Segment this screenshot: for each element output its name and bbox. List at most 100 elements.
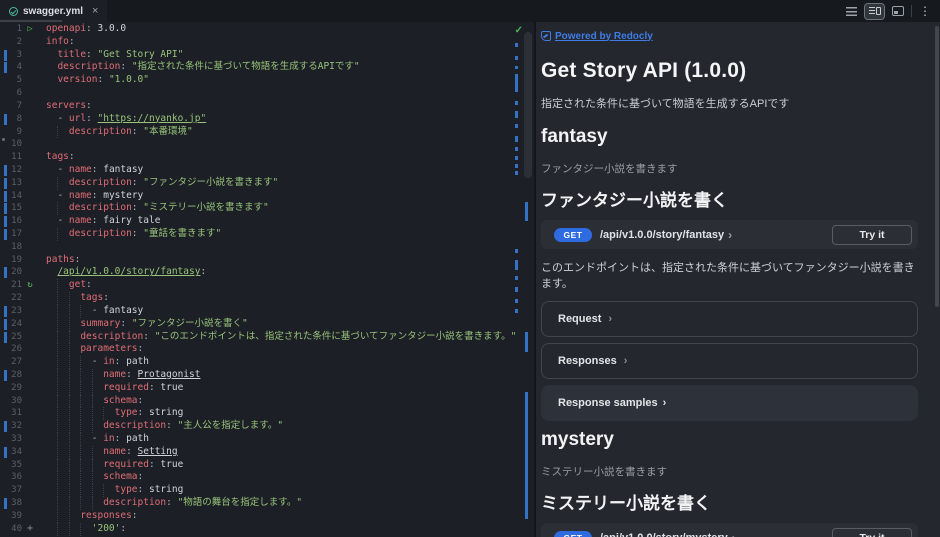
code-line[interactable]: 37 type: string [0, 484, 534, 497]
code-line[interactable]: 23 - fantasy [0, 305, 534, 318]
code-line[interactable]: 34 name: Setting [0, 446, 534, 459]
code-line[interactable]: 16 - name: fairy tale [0, 215, 534, 228]
modified-line-marker [4, 332, 7, 343]
modified-line-marker [4, 421, 7, 432]
tab-swagger-yml[interactable]: swagger.yml × [0, 0, 107, 22]
endpoint-path: /api/v1.0.0/story/mystery [600, 532, 728, 537]
code-line[interactable]: 3 title: "Get Story API" [0, 49, 534, 62]
code-line[interactable]: 33 - in: path [0, 433, 534, 446]
modified-line-marker [4, 472, 7, 483]
api-description: 指定された条件に基づいて物語を生成するAPIです [541, 95, 918, 111]
tag-heading-mystery: mystery [541, 429, 918, 451]
code-line[interactable]: 15 description: "ミステリー小説を書きます" [0, 202, 534, 215]
code-line[interactable]: 19paths: [0, 254, 534, 267]
code-line[interactable]: 12 - name: fantasy [0, 164, 534, 177]
code-line[interactable]: 24 summary: "ファンタジー小説を書く" [0, 318, 534, 331]
code-line[interactable]: 26 parameters: [0, 343, 534, 356]
modified-line-marker [4, 511, 7, 522]
code-text: - in: path [46, 433, 149, 444]
code-line[interactable]: 35 required: true [0, 459, 534, 472]
try-it-button[interactable]: Try it [832, 225, 912, 245]
code-text: description: "童話を書きます" [46, 228, 221, 239]
close-icon[interactable]: × [92, 6, 98, 17]
code-line[interactable]: 31 type: string [0, 407, 534, 420]
request-panel[interactable]: Request › [541, 301, 918, 337]
code-text: - url: "https://nyanko.jp" [46, 113, 206, 124]
code-text: get: [46, 279, 92, 290]
modified-line-marker [4, 139, 7, 150]
code-line[interactable]: 8 - url: "https://nyanko.jp" [0, 113, 534, 126]
modified-line-marker [4, 383, 7, 394]
open-preview-window-icon[interactable] [892, 6, 904, 16]
code-line[interactable]: 4 description: "指定された条件に基づいて物語を生成するAPIです… [0, 61, 534, 74]
code-line[interactable]: 28 name: Protagonist [0, 369, 534, 382]
code-text: description: "ミステリー小説を書きます" [46, 202, 269, 213]
code-line[interactable]: 32 description: "主人公を指定します。" [0, 420, 534, 433]
ruler-mark [515, 156, 518, 160]
overview-ruler[interactable] [518, 22, 534, 537]
code-line[interactable]: 5 version: "1.0.0" [0, 74, 534, 87]
code-line[interactable]: 25 description: "このエンドポイントは、指定された条件に基づいて… [0, 331, 534, 344]
modified-line-marker [4, 62, 7, 73]
code-line[interactable]: 11tags: [0, 151, 534, 164]
modified-line-marker [4, 396, 7, 407]
ruler-mark [515, 74, 518, 92]
try-it-button[interactable]: Try it [832, 528, 912, 537]
code-line[interactable]: 6 [0, 87, 534, 100]
ruler-mark [515, 276, 518, 280]
code-line[interactable]: 7servers: [0, 100, 534, 113]
ruler-mark [515, 299, 518, 303]
code-line[interactable]: 18 [0, 241, 534, 254]
code-line[interactable]: 27 - in: path [0, 356, 534, 369]
plus-icon[interactable]: + [27, 523, 33, 534]
refresh-icon[interactable]: ↻ [27, 280, 32, 290]
editor-scrollbar-thumb[interactable] [524, 32, 532, 178]
modified-line-marker [4, 242, 7, 253]
modified-line-marker [4, 306, 7, 317]
modified-line-marker [4, 344, 7, 355]
more-actions-icon[interactable]: ⋮ [919, 5, 931, 17]
code-text: - fantasy [46, 305, 143, 316]
glyph-margin: ▷ [22, 23, 38, 36]
code-text: /api/v1.0.0/story/fantasy: [46, 266, 206, 277]
code-line[interactable]: 36 schema: [0, 471, 534, 484]
operation-description: このエンドポイントは、指定された条件に基づいてファンタジー小説を書きます。 [541, 259, 918, 291]
powered-by-redocly-link[interactable]: Powered by Redocly [541, 31, 653, 42]
code-line[interactable]: 38 description: "物語の舞台を指定します。" [0, 497, 534, 510]
code-line[interactable]: 17 description: "童話を書きます" [0, 228, 534, 241]
editor-actions: ⋮ [846, 0, 940, 22]
code-line[interactable]: 20 /api/v1.0.0/story/fantasy: [0, 266, 534, 279]
code-line[interactable]: 22 tags: [0, 292, 534, 305]
code-editor[interactable]: 1▷openapi: 3.0.02info:3 title: "Get Stor… [0, 22, 534, 537]
preview-layout-icon[interactable] [864, 3, 885, 20]
response-samples-panel[interactable]: Response samples › [541, 385, 918, 421]
panel-label: Response samples [558, 397, 658, 409]
code-line[interactable]: 9 description: "本番環境" [0, 126, 534, 139]
modified-line-marker [4, 178, 7, 189]
outline-icon[interactable] [846, 7, 857, 16]
code-line[interactable]: 13 description: "ファンタジー小説を書きます" [0, 177, 534, 190]
modified-line-marker [4, 114, 7, 125]
code-line[interactable]: 21↻ get: [0, 279, 534, 292]
code-line[interactable]: 10 [0, 138, 534, 151]
chevron-right-icon: › [732, 531, 736, 537]
code-line[interactable]: 1▷openapi: 3.0.0 [0, 23, 534, 36]
endpoint-bar-fantasy[interactable]: GET /api/v1.0.0/story/fantasy › Try it [541, 220, 918, 249]
modified-line-marker [4, 267, 7, 278]
code-line[interactable]: 2info: [0, 36, 534, 49]
code-line[interactable]: 30 schema: [0, 395, 534, 408]
code-line[interactable]: 40+ '200': [0, 523, 534, 536]
preview-scrollbar[interactable] [935, 26, 939, 307]
operation-panels: Request › Responses › Response samples › [541, 301, 918, 421]
responses-panel[interactable]: Responses › [541, 343, 918, 379]
code-line[interactable]: 29 required: true [0, 382, 534, 395]
api-title: Get Story API (1.0.0) [541, 59, 918, 83]
endpoint-bar-mystery[interactable]: GET /api/v1.0.0/story/mystery › Try it [541, 523, 918, 537]
code-line[interactable]: 14 - name: mystery [0, 190, 534, 203]
play-icon[interactable]: ▷ [27, 24, 32, 34]
code-text: version: "1.0.0" [46, 74, 149, 85]
code-text: tags: [46, 292, 109, 303]
tag-heading-fantasy: fantasy [541, 126, 918, 148]
code-line[interactable]: 39 responses: [0, 510, 534, 523]
modified-line-marker [4, 50, 7, 61]
